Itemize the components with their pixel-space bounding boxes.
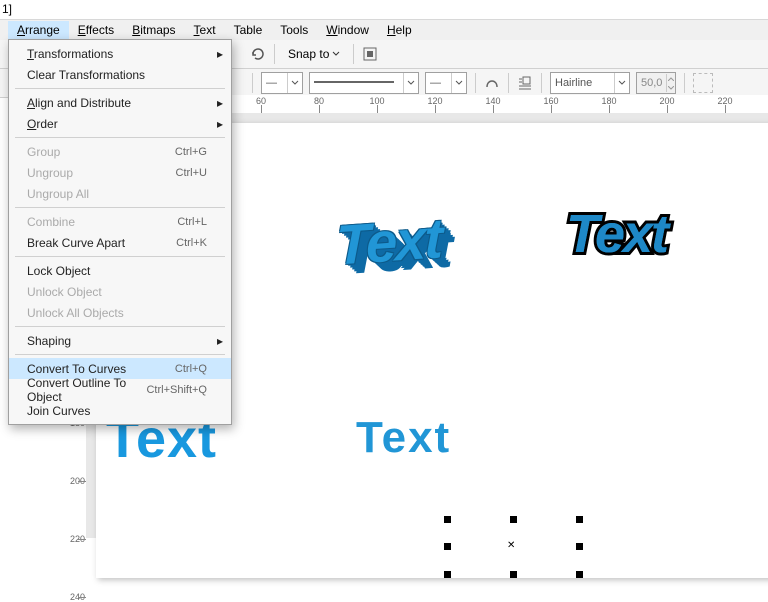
menu-item-group: GroupCtrl+G [9,141,231,162]
menu-item-clear-transformations[interactable]: Clear Transformations [9,64,231,85]
menu-effects[interactable]: Effects [69,21,123,39]
selection-center-marker[interactable]: ✕ [507,540,515,551]
arrange-dropdown-menu: Transformations ▸ Clear Transformations … [8,39,232,425]
art-text-outline[interactable]: Text [566,203,667,265]
menu-item-convert-outline[interactable]: Convert Outline To ObjectCtrl+Shift+Q [9,379,231,400]
chevron-down-icon [403,73,418,93]
separator [541,73,542,93]
menu-item-unlock-object: Unlock Object [9,281,231,302]
spinner-buttons[interactable] [666,74,675,92]
menu-item-align-distribute[interactable]: Align and Distribute ▸ [9,92,231,113]
selection-handle[interactable] [510,516,517,523]
selection-handle[interactable] [444,571,451,578]
selection-handle[interactable] [576,516,583,523]
submenu-arrow-icon: ▸ [217,117,223,131]
separator [684,73,685,93]
menu-tools[interactable]: Tools [271,21,317,39]
nudge-spinner[interactable]: 50,0 [636,72,676,94]
art-text-3d[interactable]: Text [336,205,441,277]
menu-bitmaps[interactable]: Bitmaps [123,21,184,39]
submenu-arrow-icon: ▸ [217,96,223,110]
menu-item-combine: CombineCtrl+L [9,211,231,232]
selection-handle[interactable] [576,571,583,578]
disabled-tool-icon [693,73,713,93]
separator [252,73,253,93]
start-arrow-combo[interactable]: — [261,72,303,94]
menu-help[interactable]: Help [378,21,421,39]
snap-label: Snap to [288,47,329,61]
menu-item-order[interactable]: Order ▸ [9,113,231,134]
menu-separator [15,207,225,208]
close-path-icon[interactable] [484,75,500,91]
menu-item-break-apart[interactable]: Break Curve ApartCtrl+K [9,232,231,253]
snap-to-dropdown[interactable]: Snap to [283,45,345,63]
menu-separator [15,354,225,355]
menu-table[interactable]: Table [225,21,272,39]
menu-separator [15,256,225,257]
chevron-down-icon [287,73,302,93]
menu-arrange[interactable]: Arrange [8,21,69,39]
selection-handle[interactable] [510,571,517,578]
menu-item-ungroup-all: Ungroup All [9,183,231,204]
separator [274,44,275,64]
selection-handle[interactable] [576,543,583,550]
outline-width-value: Hairline [551,77,614,89]
titlebar: 1] [0,0,768,20]
separator [475,73,476,93]
menu-separator [15,326,225,327]
submenu-arrow-icon: ▸ [217,334,223,348]
title-fragment: 1] [2,2,12,16]
menu-item-ungroup: UngroupCtrl+U [9,162,231,183]
chevron-down-icon [332,50,340,58]
menu-item-join-curves[interactable]: Join Curves [9,400,231,421]
menu-text[interactable]: Text [185,21,225,39]
line-style-combo[interactable] [309,72,419,94]
chevron-down-icon [614,73,629,93]
wrap-text-icon[interactable] [517,75,533,91]
menu-separator [15,137,225,138]
end-arrow-combo[interactable]: — [425,72,467,94]
art-text-thin-selected[interactable]: Text [356,413,451,463]
menu-item-transformations[interactable]: Transformations ▸ [9,43,231,64]
selection-handle[interactable] [444,516,451,523]
spinner-up-icon[interactable] [666,74,675,83]
separator [508,73,509,93]
menu-item-lock-object[interactable]: Lock Object [9,260,231,281]
menubar: Arrange Effects Bitmaps Text Table Tools… [0,20,768,40]
spinner-down-icon[interactable] [666,83,675,92]
menu-separator [15,88,225,89]
selection-handle[interactable] [444,543,451,550]
menu-window[interactable]: Window [317,21,378,39]
menu-item-unlock-all: Unlock All Objects [9,302,231,323]
submenu-arrow-icon: ▸ [217,47,223,61]
menu-item-shaping[interactable]: Shaping ▸ [9,330,231,351]
chevron-down-icon [451,73,466,93]
outline-width-combo[interactable]: Hairline [550,72,630,94]
refresh-icon[interactable] [250,46,266,62]
nudge-value: 50,0 [637,77,666,89]
options-icon[interactable] [362,46,378,62]
separator [353,44,354,64]
